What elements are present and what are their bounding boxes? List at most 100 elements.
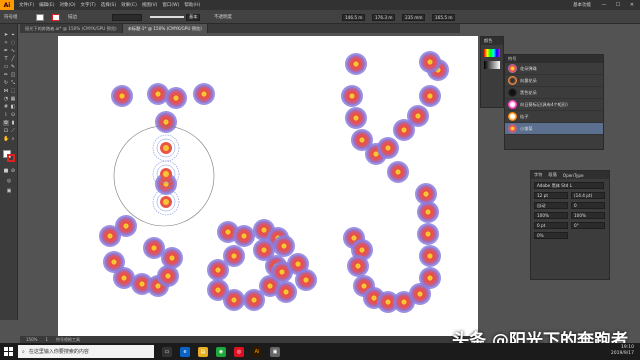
tab-character[interactable]: 字符 (534, 172, 542, 178)
free-transform-icon[interactable]: ⬚ (10, 88, 16, 94)
daisy-symbol[interactable] (295, 269, 317, 291)
tsume-field[interactable]: 0% (534, 232, 568, 239)
daisy-symbol[interactable] (377, 137, 399, 159)
rotate-tool-icon[interactable]: ↻ (3, 80, 9, 86)
kerning-field[interactable]: 自动 (534, 202, 568, 209)
task-view-icon[interactable]: ▭ (162, 346, 172, 357)
color-spectrum[interactable] (484, 49, 500, 57)
selection-tool-icon[interactable]: ➤ (3, 32, 9, 38)
menu-file[interactable]: 文件(F) (19, 2, 34, 8)
daisy-symbol[interactable] (193, 83, 215, 105)
daisy-symbol[interactable] (273, 235, 295, 257)
symbol-item[interactable]: 花朵弹珠 (505, 63, 603, 75)
pencil-icon[interactable]: ✏ (3, 72, 9, 78)
h-field[interactable]: 165.5 m (432, 13, 456, 21)
symbol-item-selected[interactable]: 小雏菊 (505, 123, 603, 135)
color-panel-tab[interactable]: 颜色 (481, 37, 503, 45)
artboard[interactable] (58, 36, 478, 336)
leading-field[interactable]: (14.4 pt) (571, 192, 605, 199)
daisy-symbol[interactable] (419, 85, 441, 107)
menu-help[interactable]: 帮助(H) (184, 2, 200, 8)
tab-opentype[interactable]: OpenType (563, 173, 584, 178)
daisy-symbol[interactable] (155, 111, 177, 133)
daisy-symbol[interactable] (223, 289, 245, 311)
page-number[interactable]: 1 (45, 337, 48, 342)
font-size-field[interactable]: 12 pt (534, 192, 568, 199)
daisy-symbol[interactable] (417, 223, 439, 245)
rotation-field[interactable]: 0° (571, 222, 605, 229)
hand-tool-icon[interactable]: ✋ (3, 136, 9, 142)
shape-builder-icon[interactable]: ◔ (3, 96, 9, 102)
menu-edit[interactable]: 编辑(E) (39, 2, 54, 8)
stroke-swatch[interactable] (52, 13, 60, 21)
symbol-item[interactable]: 黑色花朵 (505, 87, 603, 99)
type-tool-icon[interactable]: T (3, 56, 9, 62)
daisy-symbol[interactable] (407, 105, 429, 127)
direct-selection-tool-icon[interactable]: ⌖ (10, 32, 16, 38)
tab-document-2[interactable]: 未标题-1* @ 150% (CMYK/GPU 预览) (122, 24, 208, 33)
lasso-icon[interactable]: ◌ (10, 40, 16, 46)
menu-select[interactable]: 选择(S) (101, 2, 116, 8)
horizontal-scale-field[interactable]: 100% (571, 212, 605, 219)
magic-wand-icon[interactable]: ✧ (3, 40, 9, 46)
app-taskbar-icon[interactable]: ▣ (270, 346, 280, 357)
edge-browser-icon[interactable]: e (180, 346, 190, 357)
draw-mode-icon[interactable]: ◎ (6, 178, 12, 184)
tab-document-1[interactable]: 阳光下的奔跑者.ai* @ 150% (CMYK/GPU 预览) (20, 24, 123, 33)
daisy-symbol[interactable] (165, 87, 187, 109)
rectangle-tool-icon[interactable]: ▭ (3, 64, 9, 70)
maximize-button[interactable]: ☐ (614, 2, 622, 8)
daisy-symbol[interactable] (419, 245, 441, 267)
menu-window[interactable]: 窗口(W) (162, 2, 179, 8)
tracking-field[interactable]: 0 (571, 202, 605, 209)
symbol-item[interactable]: 向日葵标记(具有4个矩形) (505, 99, 603, 111)
screen-mode-icon[interactable]: ▣ (6, 188, 12, 194)
daisy-symbol[interactable] (387, 161, 409, 183)
netease-music-icon[interactable]: ◎ (234, 346, 244, 357)
curvature-tool-icon[interactable]: ∿ (10, 48, 16, 54)
daisy-symbol[interactable] (233, 225, 255, 247)
brush-style-preview[interactable] (150, 13, 184, 21)
zoom-tool-icon[interactable]: ⌕ (10, 136, 16, 142)
fill-swatch[interactable] (36, 13, 44, 21)
daisy-symbol[interactable] (419, 51, 441, 73)
daisy-symbol[interactable] (419, 267, 441, 289)
line-tool-icon[interactable]: ╱ (10, 56, 16, 62)
baseline-shift-field[interactable]: 0 pt (534, 222, 568, 229)
scale-tool-icon[interactable]: ⤡ (10, 80, 16, 86)
pen-tool-icon[interactable]: ✒ (3, 48, 9, 54)
daisy-symbol[interactable] (415, 183, 437, 205)
menu-effect[interactable]: 效果(C) (121, 2, 137, 8)
none-color-icon[interactable]: ⊘ (10, 168, 16, 174)
slice-tool-icon[interactable]: ⟋ (10, 128, 16, 134)
zoom-level[interactable]: 150% (26, 337, 37, 342)
stroke-color-icon[interactable] (7, 154, 15, 162)
workspace-switcher[interactable]: 基本功能 (570, 2, 594, 8)
width-tool-icon[interactable]: ⋈ (3, 88, 9, 94)
tab-paragraph[interactable]: 段落 (548, 172, 556, 178)
artboard-tool-icon[interactable]: ⊡ (3, 128, 9, 134)
menu-type[interactable]: 文字(T) (81, 2, 96, 8)
vertical-scale-field[interactable]: 100% (534, 212, 568, 219)
flower-symbols[interactable] (99, 51, 449, 313)
menu-object[interactable]: 对象(O) (59, 2, 75, 8)
daisy-symbol[interactable] (143, 237, 165, 259)
wechat-icon[interactable]: ◉ (216, 346, 226, 357)
x-field[interactable]: 146.5 m (342, 13, 366, 21)
daisy-symbol[interactable] (99, 225, 121, 247)
paintbrush-icon[interactable]: ✎ (10, 64, 16, 70)
close-button[interactable]: ✕ (628, 2, 636, 8)
daisy-symbol[interactable] (345, 53, 367, 75)
gradient-tool-icon[interactable]: ◧ (10, 104, 16, 110)
eyedropper-icon[interactable]: ⌇ (3, 112, 9, 118)
daisy-symbol[interactable] (341, 85, 363, 107)
column-graph-icon[interactable]: ▮ (10, 120, 16, 126)
daisy-symbol[interactable] (111, 85, 133, 107)
windows-start-icon[interactable] (0, 343, 16, 360)
stroke-weight-field[interactable] (112, 13, 142, 21)
daisy-symbol[interactable] (207, 259, 229, 281)
daisy-symbol[interactable] (347, 255, 369, 277)
symbol-item[interactable]: 向量花朵 (505, 75, 603, 87)
w-field[interactable]: 235 mm (402, 13, 426, 21)
file-explorer-icon[interactable]: ▤ (198, 346, 208, 357)
